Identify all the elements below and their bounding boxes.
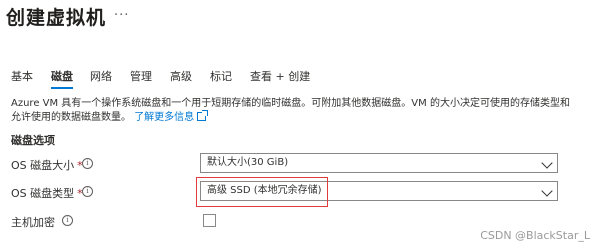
disk-description: Azure VM 具有一个操作系统磁盘和一个用于短期存储的临时磁盘。可附加其他数… xyxy=(11,97,571,125)
tab-management[interactable]: 管理 xyxy=(130,68,152,84)
tab-advanced[interactable]: 高级 xyxy=(170,68,192,84)
tab-networking[interactable]: 网络 xyxy=(90,68,112,84)
os-disk-size-label: OS 磁盘大小 * xyxy=(11,157,83,173)
tab-disks[interactable]: 磁盘 xyxy=(51,68,73,89)
os-disk-size-dropdown[interactable]: 默认大小(30 GiB) xyxy=(200,153,558,173)
os-disk-type-label-text: OS 磁盘类型 xyxy=(11,187,75,200)
description-text: Azure VM 具有一个操作系统磁盘和一个用于短期存储的临时磁盘。可附加其他数… xyxy=(11,98,570,123)
chevron-down-icon xyxy=(541,157,553,169)
tab-review-create[interactable]: 查看 + 创建 xyxy=(250,68,310,84)
host-encryption-checkbox[interactable] xyxy=(203,214,216,227)
highlight-box xyxy=(196,177,328,207)
tab-tags[interactable]: 标记 xyxy=(210,68,232,84)
os-disk-size-label-text: OS 磁盘大小 xyxy=(11,159,75,172)
page-title: 创建虚拟机 xyxy=(6,7,107,29)
os-disk-size-value: 默认大小(30 GiB) xyxy=(207,157,289,168)
info-icon[interactable]: i xyxy=(62,215,73,226)
host-encryption-label: 主机加密 xyxy=(11,216,55,229)
info-icon[interactable]: i xyxy=(82,158,93,169)
watermark: CSDN @BlackStar_L xyxy=(480,229,590,242)
tab-basics[interactable]: 基本 xyxy=(11,68,33,84)
os-disk-type-label: OS 磁盘类型 * xyxy=(11,185,83,201)
more-options-button[interactable]: ··· xyxy=(114,8,129,23)
section-title: 磁盘选项 xyxy=(11,134,55,147)
info-icon[interactable]: i xyxy=(82,186,93,197)
learn-more-link[interactable]: 了解更多信息 xyxy=(134,110,209,123)
chevron-down-icon xyxy=(541,185,553,197)
external-link-icon xyxy=(197,110,209,121)
learn-more-label[interactable]: 了解更多信息 xyxy=(134,112,194,123)
